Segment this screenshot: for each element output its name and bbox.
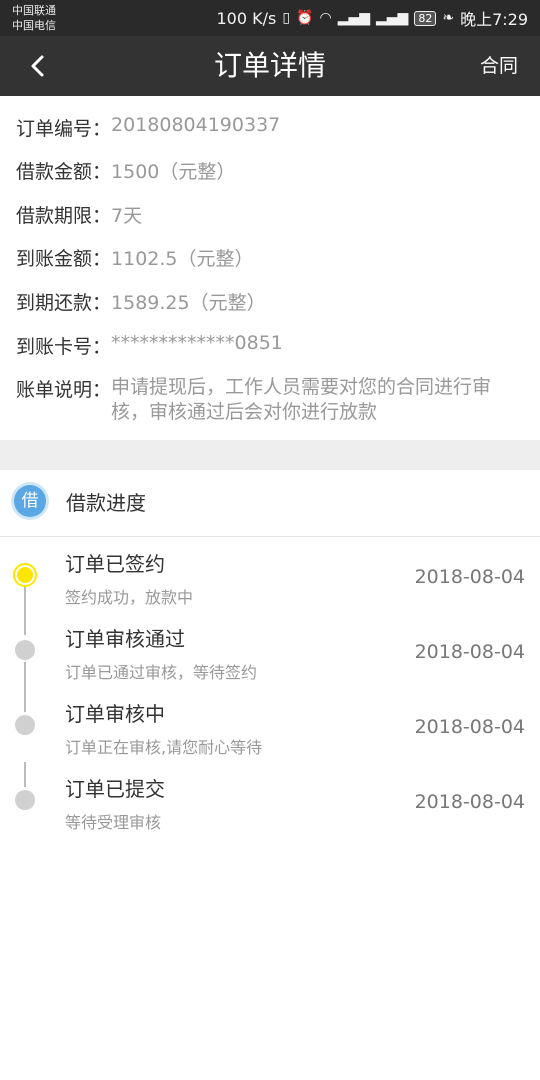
timeline-step: 订单已签约 签约成功，放款中 2018-08-04 bbox=[65, 548, 525, 618]
timeline-connector bbox=[24, 585, 26, 635]
bill-note-row: 账单说明： 申请提现后，工作人员需要对您的合同进行审核，审核通过后会对你进行放款 bbox=[16, 375, 511, 425]
carrier-1: 中国联通 bbox=[12, 4, 56, 17]
step-date: 2018-08-04 bbox=[414, 566, 525, 588]
loan-term-row: 借款期限： 7天 bbox=[16, 201, 142, 228]
timeline-step: 订单已提交 等待受理审核 2018-08-04 bbox=[65, 773, 525, 843]
signal-4g-26-icon: ▂▄▆ bbox=[376, 10, 409, 26]
timeline-connector bbox=[24, 762, 26, 787]
order-info: 订单编号： 20180804190337 借款金额： 1500（元整） 借款期限… bbox=[0, 96, 540, 440]
step-date: 2018-08-04 bbox=[414, 641, 525, 663]
card-number-label: 到账卡号： bbox=[16, 336, 112, 358]
card-number-value: *************0851 bbox=[111, 332, 283, 354]
received-amount-row: 到账金额： 1102.5（元整） bbox=[16, 244, 254, 271]
bill-note-value: 申请提现后，工作人员需要对您的合同进行审核，审核通过后会对你进行放款 bbox=[111, 376, 492, 423]
timeline-dot bbox=[15, 640, 35, 660]
order-number-value: 20180804190337 bbox=[111, 114, 281, 136]
step-date: 2018-08-04 bbox=[414, 791, 525, 813]
battery-icon: 82 bbox=[414, 10, 437, 26]
received-amount-value: 1102.5（元整） bbox=[111, 248, 254, 270]
nav-bar: 订单详情 合同 bbox=[0, 36, 540, 96]
timeline-dot bbox=[15, 790, 35, 810]
section-divider bbox=[0, 440, 540, 470]
progress-timeline: 订单已签约 签约成功，放款中 2018-08-04 订单审核通过 订单已通过审核… bbox=[0, 537, 540, 837]
step-title: 订单审核通过 bbox=[65, 627, 185, 651]
received-amount-label: 到账金额： bbox=[16, 248, 112, 270]
status-indicators: 100 K/s ▯ ⏰ ◠ ▂▄▆ ▂▄▆ 82 ❧ 晚上7:29 bbox=[216, 0, 528, 36]
step-title: 订单审核中 bbox=[65, 702, 165, 726]
step-description: 签约成功，放款中 bbox=[65, 588, 194, 607]
loan-amount-row: 借款金额： 1500（元整） bbox=[16, 157, 235, 184]
timeline-step: 订单审核通过 订单已通过审核，等待签约 2018-08-04 bbox=[65, 623, 525, 693]
status-bar: 中国联通 中国电信 100 K/s ▯ ⏰ ◠ ▂▄▆ ▂▄▆ 82 ❧ 晚上7… bbox=[0, 0, 540, 36]
loan-amount-value: 1500（元整） bbox=[111, 161, 236, 183]
progress-header: 借 借款进度 bbox=[0, 470, 540, 537]
step-title: 订单已提交 bbox=[65, 777, 165, 801]
carrier-info: 中国联通 中国电信 bbox=[12, 3, 56, 33]
loan-term-value: 7天 bbox=[111, 205, 143, 227]
alarm-icon: ⏰ bbox=[296, 10, 314, 26]
bill-note-label: 账单说明： bbox=[16, 379, 112, 401]
signal-4g-icon: ▂▄▆ bbox=[337, 10, 371, 26]
step-description: 等待受理审核 bbox=[65, 813, 162, 832]
step-description: 订单已通过审核，等待签约 bbox=[65, 663, 258, 682]
leaf-icon: ❧ bbox=[442, 10, 455, 26]
loan-badge-icon: 借 bbox=[14, 485, 46, 517]
timeline-step: 订单审核中 订单正在审核,请您耐心等待 2018-08-04 bbox=[65, 698, 525, 768]
loan-term-label: 借款期限： bbox=[16, 205, 112, 227]
loan-amount-label: 借款金额： bbox=[16, 161, 112, 183]
card-number-row: 到账卡号： *************0851 bbox=[16, 332, 283, 359]
step-date: 2018-08-04 bbox=[414, 716, 525, 738]
timeline-dot bbox=[15, 715, 35, 735]
carrier-2: 中国电信 bbox=[12, 19, 56, 32]
order-number-row: 订单编号： 20180804190337 bbox=[16, 114, 280, 141]
step-title: 订单已签约 bbox=[65, 552, 165, 576]
step-description: 订单正在审核,请您耐心等待 bbox=[65, 738, 263, 757]
repayment-row: 到期还款： 1589.25（元整） bbox=[16, 288, 266, 315]
contract-button[interactable]: 合同 bbox=[480, 36, 518, 96]
timeline-dot-active bbox=[17, 567, 33, 583]
wifi-icon: ◠ bbox=[319, 10, 332, 26]
page-title: 订单详情 bbox=[213, 49, 326, 82]
repayment-value: 1589.25（元整） bbox=[111, 292, 266, 314]
vibrate-icon: ▯ bbox=[282, 10, 291, 26]
clock: 晚上7:29 bbox=[460, 10, 528, 29]
order-number-label: 订单编号： bbox=[16, 118, 112, 140]
repayment-label: 到期还款： bbox=[16, 292, 112, 314]
progress-title: 借款进度 bbox=[66, 491, 146, 515]
timeline-connector bbox=[24, 662, 26, 712]
network-speed: 100 K/s bbox=[216, 8, 277, 28]
